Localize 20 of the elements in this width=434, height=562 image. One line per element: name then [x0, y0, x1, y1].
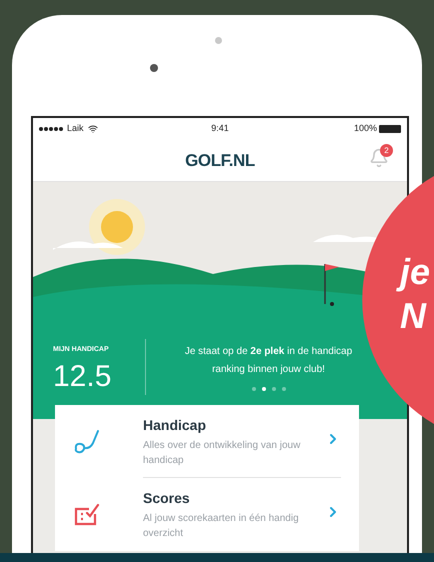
- promo-text: N: [400, 294, 428, 338]
- battery-icon: [379, 125, 401, 133]
- handicap-value: 12.5: [53, 360, 112, 394]
- ranking-message: Je staat op de 2e plek in de handicap ranking binnen jouw club!: [184, 345, 354, 377]
- notification-badge: 2: [380, 144, 393, 157]
- app-logo: GOLF.NL: [185, 150, 255, 172]
- menu-item-subtitle: Alles over de ontwikkeling van jouw handicap: [143, 439, 302, 468]
- signal-icon: [39, 127, 63, 131]
- notifications-button[interactable]: 2: [367, 146, 391, 170]
- golf-club-icon: [73, 429, 101, 455]
- menu-item[interactable]: Scores Al jouw scorekaarten in één handig overzicht: [55, 478, 359, 551]
- menu-item[interactable]: Handicap Alles over de ontwikkeling van jouw handicap: [55, 405, 359, 478]
- status-time: 9:41: [211, 122, 229, 136]
- carrier-name: Laik: [67, 122, 84, 136]
- menu-item-subtitle: Al jouw scorekaarten in één handig overzicht: [143, 512, 300, 541]
- wifi-icon: [88, 124, 98, 134]
- menu-item-title: Handicap: [143, 416, 208, 435]
- scorecard-icon: [73, 502, 101, 528]
- menu-item-title: Scores: [143, 489, 191, 508]
- battery-percent: 100%: [354, 122, 377, 136]
